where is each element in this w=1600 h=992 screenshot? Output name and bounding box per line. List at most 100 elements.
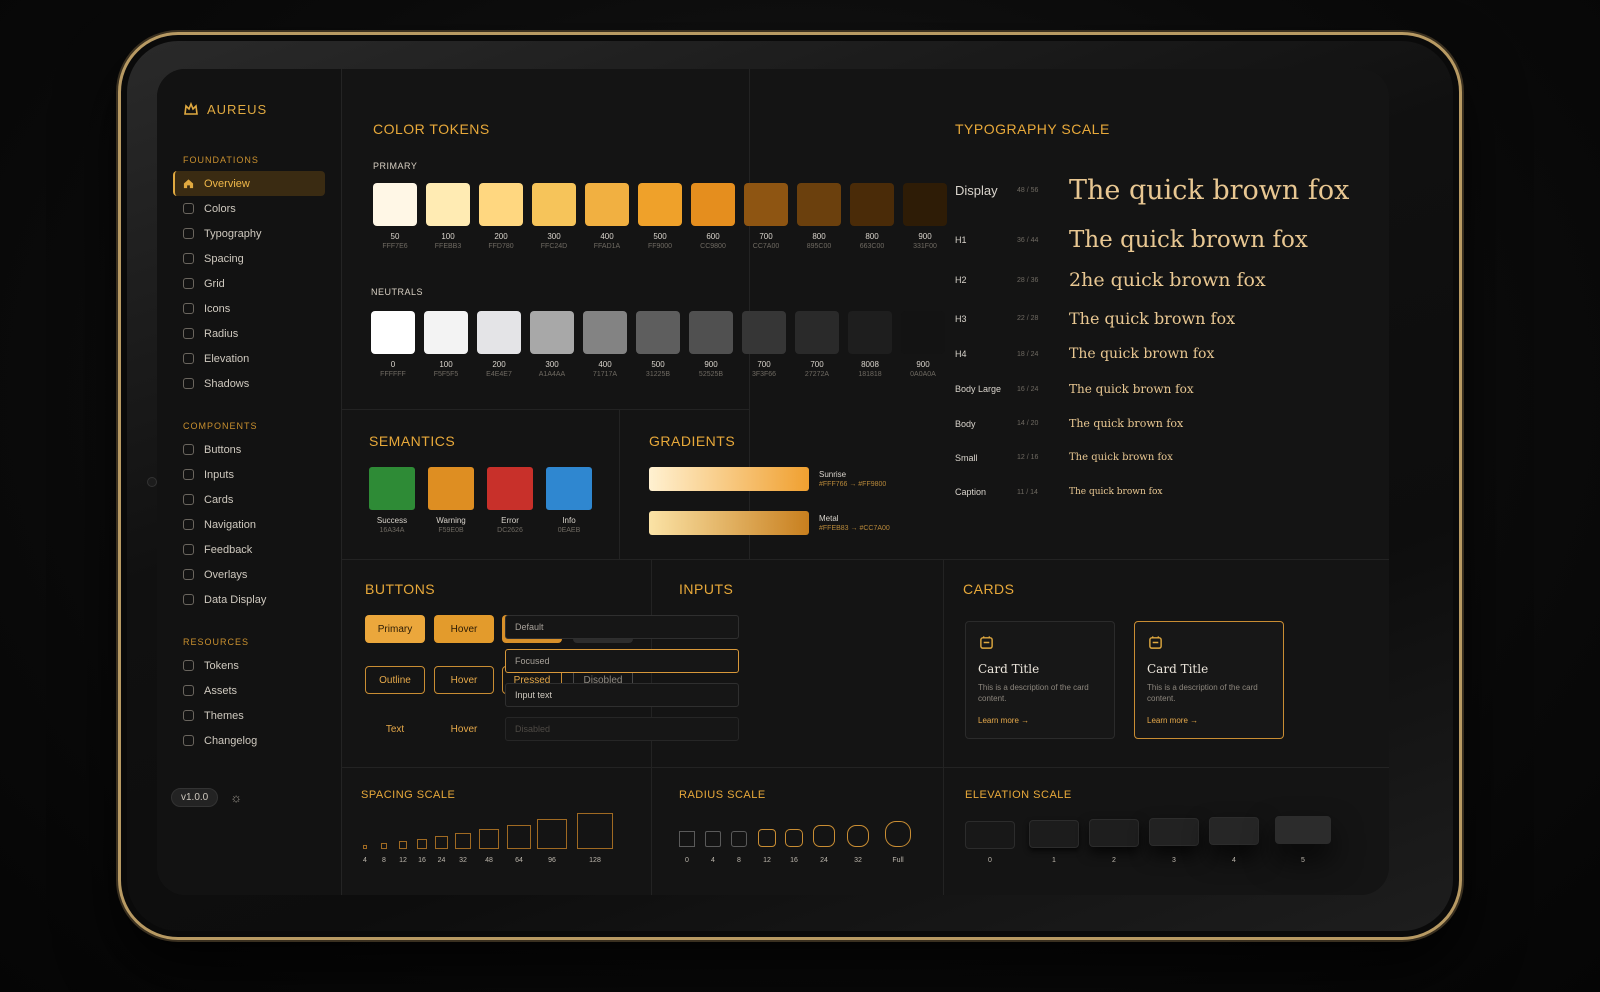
type-sample: 2he quick brown fox [1069,269,1266,291]
gradient-bar [649,511,809,535]
spacing-label: 12 [399,857,407,864]
swatch-label: Info [562,516,576,525]
card-title: Card Title [1147,662,1209,676]
sidebar-item-colors[interactable]: Colors [173,196,325,221]
semantic-error-swatch[interactable]: Error DC2626 [487,467,533,534]
neutral-swatch[interactable]: 300 A1A4AA [530,311,574,378]
sidebar-item-tokens[interactable]: Tokens [173,653,325,678]
primary-swatch[interactable]: 700 CC7A00 [744,183,788,250]
swatch-label: 900 [916,360,930,369]
elevation-box-4 [1209,817,1259,845]
outline-hover-button[interactable]: Hover [434,666,494,694]
sidebar-item-label: Elevation [204,352,250,365]
elevation-box-3 [1149,818,1199,846]
outline-primary-button[interactable]: Outline [365,666,425,694]
sidebar-item-assets[interactable]: Assets [173,678,325,703]
type-size: 36 / 44 [1017,236,1039,244]
brand[interactable]: AUREUS [183,101,267,117]
primary-swatch[interactable]: 900 331F00 [903,183,947,250]
semantic-success-swatch[interactable]: Success 16A34A [369,467,415,534]
sidebar-item-overview[interactable]: Overview [173,171,325,196]
elevation-box-5 [1275,816,1331,844]
swatch-hex: 16A34A [379,527,405,534]
sidebar-item-inputs[interactable]: Inputs [173,462,325,487]
spacing-title: SPACING SCALE [361,789,456,801]
swatch-hex: 31225B [645,371,671,378]
screen: AUREUS FOUNDATIONS Overview Colors Typograp… [157,69,1389,895]
sidebar-item-themes[interactable]: Themes [173,703,325,728]
focused-input[interactable]: Focused [505,649,739,673]
neutral-swatch[interactable]: 700 27272A [795,311,839,378]
sidebar-item-radius[interactable]: Radius [173,321,325,346]
neutral-swatch[interactable]: 100 F5F5F5 [424,311,468,378]
card-learn-more-link[interactable]: Learn more → [978,716,1029,725]
swatch-label: 200 [492,360,506,369]
type-row-h3: H3 22 / 28 The quick brown fox [955,309,1235,328]
card-learn-more-link[interactable]: Learn more → [1147,716,1198,725]
typography-title: TYPOGRAPHY SCALE [955,121,1110,137]
primary-swatch[interactable]: 200 FFD780 [479,183,523,250]
primary-swatch[interactable]: 600 CC9800 [691,183,735,250]
sidebar-item-feedback[interactable]: Feedback [173,537,325,562]
sidebar-item-cards[interactable]: Cards [173,487,325,512]
filled-primary-button[interactable]: Primary [365,615,425,643]
swatch-chip [797,183,841,226]
swatch-label: 900 [704,360,718,369]
neutral-swatch[interactable]: 500 31225B [636,311,680,378]
gradient-sunrise[interactable]: Sunrise #FFF766 → #FF9800 [649,467,886,491]
sidebar-item-label: Colors [204,202,236,215]
swatch-chip [638,183,682,226]
sidebar-item-icons[interactable]: Icons [173,296,325,321]
primary-swatch[interactable]: 800 895C00 [797,183,841,250]
semantic-info-swatch[interactable]: Info 0EAEB [546,467,592,534]
primary-swatch[interactable]: 100 FFEBB3 [426,183,470,250]
gradient-code: #FFEB83 → #CC7A00 [819,525,890,532]
version-badge[interactable]: v1.0.0 [171,788,219,807]
color-tokens-title: COLOR TOKENS [373,121,490,137]
sidebar-item-grid[interactable]: Grid [173,271,325,296]
primary-swatch[interactable]: 300 FFC24D [532,183,576,250]
neutral-swatch[interactable]: 200 E4E4E7 [477,311,521,378]
sidebar-item-data-display[interactable]: Data Display [173,587,325,612]
gradient-info: Sunrise #FFF766 → #FF9800 [819,470,886,488]
swatch-chip [691,183,735,226]
neutral-swatch[interactable]: 400 71717A [583,311,627,378]
primary-swatch[interactable]: 50 FFF7E6 [373,183,417,250]
filled-hover-button[interactable]: Hover [434,615,494,643]
primary-swatch[interactable]: 800 663C00 [850,183,894,250]
buttons-icon [183,444,194,455]
divider [341,409,749,410]
type-sample: The quick brown fox [1069,227,1308,253]
sidebar-item-spacing[interactable]: Spacing [173,246,325,271]
card[interactable]: Card Title This is a description of the c… [1134,621,1284,739]
card[interactable]: Card Title This is a description of the c… [965,621,1115,739]
sidebar-item-changelog[interactable]: Changelog [173,728,325,753]
swatch-chip [689,311,733,354]
primary-swatch[interactable]: 500 FF9000 [638,183,682,250]
filled-input[interactable]: Input text [505,683,739,707]
swatch-hex: FFEBB3 [434,243,462,250]
type-sample: The quick brown fox [1069,175,1350,206]
sidebar-item-elevation[interactable]: Elevation [173,346,325,371]
neutral-swatch[interactable]: 700 3F3F66 [742,311,786,378]
default-input[interactable]: Default [505,615,739,639]
text-primary-button[interactable]: Text [365,715,425,743]
sidebar-item-typography[interactable]: Typography [173,221,325,246]
neutral-swatch[interactable]: 900 0A0A0A [901,311,945,378]
swatch-label: 50 [390,232,400,241]
sidebar-item-navigation[interactable]: Navigation [173,512,325,537]
gradient-metal[interactable]: Metal #FFEB83 → #CC7A00 [649,511,890,535]
primary-swatch[interactable]: 400 FFAD1A [585,183,629,250]
sidebar-item-shadows[interactable]: Shadows [173,371,325,396]
sidebar-item-overlays[interactable]: Overlays [173,562,325,587]
primary-swatches: 50 FFF7E6 100 FFEBB3 200 FFD780 300 FFC24D 400 FF… [373,183,956,250]
text-hover-button[interactable]: Hover [434,715,494,743]
neutral-swatch[interactable]: 900 52525B [689,311,733,378]
cards-icon [183,494,194,505]
neutral-swatch[interactable]: 8008 181818 [848,311,892,378]
neutral-swatch[interactable]: 0 FFFFFF [371,311,415,378]
type-size: 28 / 36 [1017,276,1039,284]
sidebar-item-buttons[interactable]: Buttons [173,437,325,462]
semantic-warning-swatch[interactable]: Warning F59E0B [428,467,474,534]
theme-toggle-sun-icon[interactable]: ☼ [230,790,242,805]
